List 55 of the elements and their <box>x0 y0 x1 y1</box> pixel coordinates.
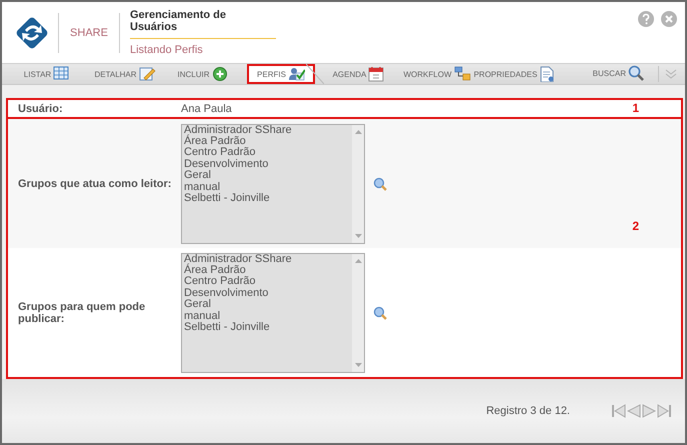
annotation-number: 1 <box>632 101 639 115</box>
toolbar-tab[interactable]: LISTAR <box>22 65 72 83</box>
calendar-icon <box>368 66 386 82</box>
search-icon[interactable] <box>373 176 387 190</box>
list-item[interactable]: Selbetti - Joinville <box>184 192 350 204</box>
grid-icon <box>53 66 70 82</box>
record-status: Registro 3 de 12. <box>486 405 570 417</box>
field-value: Ana Paula <box>181 102 232 114</box>
list-item[interactable]: manual <box>184 310 350 322</box>
plus-icon <box>212 66 228 82</box>
chevron-down-icon[interactable] <box>665 69 677 79</box>
field-label: Grupos para quem pode publicar: <box>17 300 146 324</box>
list-item[interactable]: manual <box>184 182 350 193</box>
document-icon <box>539 66 556 82</box>
list-item[interactable]: Administrador SShare <box>184 124 350 136</box>
list-item[interactable]: Desenvolvimento <box>184 158 350 170</box>
list-item[interactable]: Administrador SShare <box>184 254 350 265</box>
list-item[interactable]: Selbetti - Joinville <box>184 322 350 334</box>
user-check-icon <box>288 66 305 82</box>
list-item[interactable]: Área Padrão <box>184 264 350 276</box>
list-item[interactable]: Centro Padrão <box>184 276 350 288</box>
field-label: Usuário: <box>17 102 64 114</box>
scroll-down-icon[interactable] <box>354 362 362 366</box>
previous-page-icon[interactable] <box>627 404 641 418</box>
help-icon[interactable] <box>638 11 654 27</box>
scroll-up-icon[interactable] <box>354 130 362 134</box>
list-box[interactable]: Administrador SShare Área Padrão Centro Padrão Desenvolvimento Geral manual Selbetti - Joinville <box>181 124 365 244</box>
list-item[interactable]: Geral <box>184 170 350 182</box>
toolbar-tab[interactable]: PROPRIEDADES <box>472 65 558 83</box>
search-icon <box>628 65 644 81</box>
edit-icon <box>138 66 156 82</box>
list-item[interactable]: Desenvolvimento <box>184 288 350 300</box>
scroll-up-icon[interactable] <box>354 258 362 262</box>
list-box[interactable]: Administrador SShare Área Padrão Centro Padrão Desenvolvimento Geral manual Selbetti - Joinville <box>181 252 365 372</box>
field-label: Grupos que atua como leitor: <box>17 178 172 190</box>
search-button[interactable]: BUSCAR <box>590 64 646 82</box>
toolbar-tab[interactable]: PERFIS <box>247 64 315 84</box>
toolbar-tab[interactable]: DETALHAR <box>92 65 158 83</box>
diagram-icon <box>454 66 470 82</box>
first-page-icon[interactable] <box>612 404 626 418</box>
annotation-number: 2 <box>632 219 639 233</box>
next-page-icon[interactable] <box>642 404 656 418</box>
search-icon[interactable] <box>373 306 387 320</box>
list-item[interactable]: Geral <box>184 299 350 311</box>
page-title: Gerenciamento de Usuários <box>130 9 276 39</box>
list-item[interactable]: Centro Padrão <box>184 147 350 159</box>
close-icon[interactable] <box>661 11 677 27</box>
last-page-icon[interactable] <box>657 404 671 418</box>
page-subtitle: Listando Perfis <box>130 44 204 56</box>
scroll-down-icon[interactable] <box>354 234 362 238</box>
toolbar-tab[interactable]: INCLUIR <box>175 65 230 83</box>
toolbar-tab[interactable]: WORKFLOW <box>402 65 472 83</box>
toolbar-tab[interactable]: AGENDA <box>330 65 388 83</box>
list-item[interactable]: Área Padrão <box>184 136 350 148</box>
logo-text: SHARE <box>69 26 109 38</box>
